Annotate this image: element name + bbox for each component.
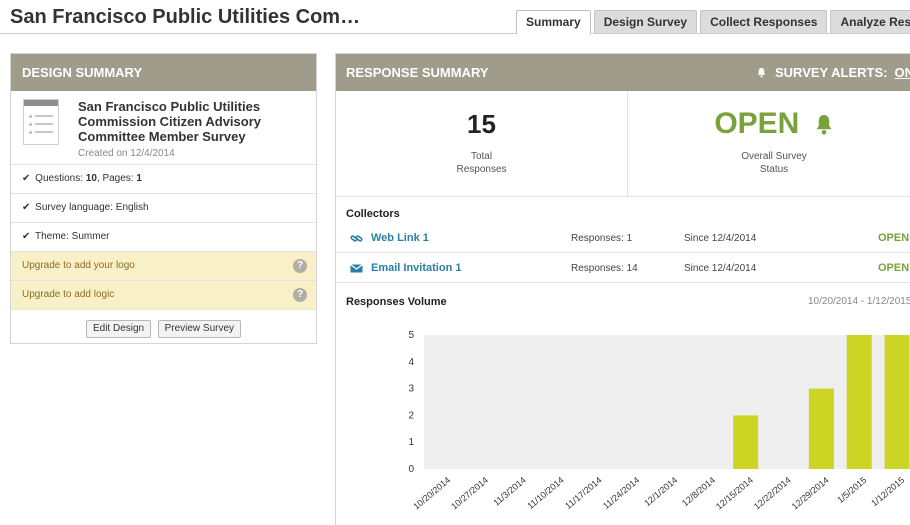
volume-bar[interactable] <box>846 335 872 469</box>
x-tick-label: 11/17/2014 <box>563 475 603 511</box>
x-tick-label: 12/1/2014 <box>642 475 679 508</box>
checkmark-icon: ✔ <box>22 202 31 213</box>
questions-count: 10 <box>85 173 97 184</box>
volume-bar[interactable] <box>808 388 834 469</box>
y-tick-label: 3 <box>408 384 414 395</box>
survey-title: San Francisco Public Utilities Com… <box>10 6 361 28</box>
survey-language: Survey language: English <box>35 202 149 213</box>
main-tabs: Summary Design Survey Collect Responses … <box>516 10 910 34</box>
design-summary-panel: DESIGN SUMMARY San Francisco Public Util… <box>10 53 317 344</box>
tab-design-survey[interactable]: Design Survey <box>593 10 698 33</box>
volume-bar[interactable] <box>884 335 910 469</box>
y-tick-label: 5 <box>408 330 414 341</box>
x-tick-label: 1/12/2015 <box>869 475 906 508</box>
x-tick-label: 1/5/2015 <box>835 475 868 505</box>
x-tick-label: 11/3/2014 <box>491 475 528 508</box>
volume-bar[interactable] <box>733 415 759 469</box>
x-tick-label: 11/24/2014 <box>601 475 641 511</box>
created-date: Created on 12/4/2014 <box>78 148 175 159</box>
questions-pages-row: ✔ Questions: 10, Pages: 1 <box>11 165 316 194</box>
pages-label: , Pages: <box>96 173 137 184</box>
survey-theme: Theme: Summer <box>35 231 110 242</box>
checkmark-icon: ✔ <box>22 173 31 184</box>
checkmark-icon: ✔ <box>22 231 31 242</box>
survey-summary-page: San Francisco Public Utilities Com… Summ… <box>0 0 910 525</box>
preview-survey-button[interactable]: Preview Survey <box>157 320 242 338</box>
responses-volume-chart: 0 1 2 3 4 5 10/20/201410/27/2014 11/3/201411/10… <box>408 330 910 512</box>
y-tick-label: 2 <box>408 410 414 421</box>
edit-design-button[interactable]: Edit Design <box>85 320 152 338</box>
response-summary-panel: RESPONSE SUMMARY SURVEY ALERTS: ON 15 To… <box>335 53 910 525</box>
tab-summary[interactable]: Summary <box>516 10 591 34</box>
survey-document-icon <box>23 99 59 145</box>
x-tick-label: 11/10/2014 <box>525 475 565 511</box>
language-row: ✔ Survey language: English <box>11 194 316 223</box>
x-tick-label: 12/29/2014 <box>790 475 831 512</box>
upgrade-logo-link[interactable]: Upgrade to add your logo <box>22 260 135 271</box>
upgrade-logo-row[interactable]: Upgrade to add your logo ? <box>11 252 316 281</box>
help-icon[interactable]: ? <box>293 288 307 302</box>
survey-info: San Francisco Public Utilities Commissio… <box>11 91 316 165</box>
upgrade-logic-row[interactable]: Upgrade to add logic ? <box>11 281 316 310</box>
x-tick-label: 10/20/2014 <box>411 475 452 512</box>
tab-analyze-results[interactable]: Analyze Results <box>830 10 910 33</box>
x-tick-label: 12/15/2014 <box>714 475 755 512</box>
pages-count: 1 <box>136 173 142 184</box>
x-tick-label: 10/27/2014 <box>449 475 490 512</box>
tab-collect-responses[interactable]: Collect Responses <box>700 10 828 33</box>
help-icon[interactable]: ? <box>293 259 307 273</box>
y-tick-label: 0 <box>408 464 414 475</box>
design-actions: Edit Design Preview Survey <box>11 310 316 344</box>
y-tick-label: 4 <box>408 357 414 368</box>
chart-plot-area <box>424 335 910 469</box>
upgrade-logic-link[interactable]: Upgrade to add logic <box>22 289 114 300</box>
questions-label: Questions: <box>35 173 86 184</box>
x-tick-label: 12/22/2014 <box>752 475 793 512</box>
design-summary-heading: DESIGN SUMMARY <box>11 54 316 91</box>
x-tick-label: 12/8/2014 <box>680 475 717 508</box>
theme-row: ✔ Theme: Summer <box>11 223 316 252</box>
survey-name: San Francisco Public Utilities Commissio… <box>78 99 261 144</box>
y-tick-label: 1 <box>408 437 414 448</box>
